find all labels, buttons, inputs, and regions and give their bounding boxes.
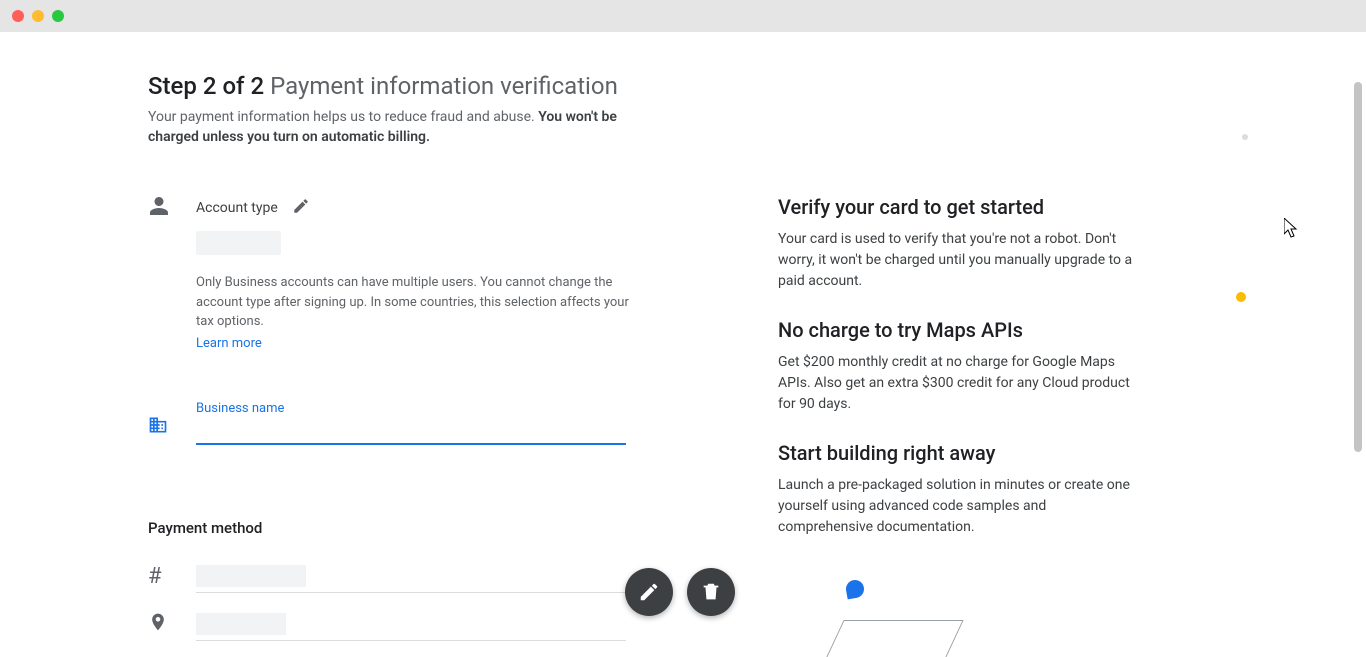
account-type-value xyxy=(196,231,281,255)
cursor-icon xyxy=(1284,218,1300,242)
step-title-text: Payment information verification xyxy=(270,72,618,100)
decorative-dot xyxy=(1236,292,1246,302)
page-body: Step 2 of 2 Payment information verifica… xyxy=(0,32,1366,657)
decorative-shape xyxy=(820,620,963,657)
info-text-3: Launch a pre-packaged solution in minute… xyxy=(778,475,1138,538)
billing-address-value xyxy=(196,613,286,635)
hash-icon: # xyxy=(148,564,162,589)
step-prefix: Step 2 of 2 xyxy=(148,72,264,100)
info-text-2: Get $200 monthly credit at no charge for… xyxy=(778,352,1138,415)
billing-address-field[interactable] xyxy=(196,607,626,641)
account-type-label: Account type xyxy=(196,200,278,216)
subtitle-part-a: Your payment information helps us to red… xyxy=(148,109,538,125)
pencil-icon[interactable] xyxy=(278,197,310,219)
account-type-help: Only Business accounts can have multiple… xyxy=(196,273,636,353)
info-heading-1: Verify your card to get started xyxy=(778,195,1138,219)
decorative-dot xyxy=(1242,134,1248,140)
scrollbar-thumb[interactable] xyxy=(1354,82,1362,452)
info-heading-3: Start building right away xyxy=(778,441,1138,465)
payment-method-heading: Payment method xyxy=(148,519,678,537)
page-subtitle: Your payment information helps us to red… xyxy=(148,108,648,147)
window-maximize-button[interactable] xyxy=(52,10,64,22)
info-text-1: Your card is used to verify that you're … xyxy=(778,229,1138,292)
delete-button[interactable] xyxy=(687,568,735,616)
business-icon xyxy=(148,415,168,439)
business-name-label: Business name xyxy=(196,401,284,416)
page-title: Step 2 of 2 Payment information verifica… xyxy=(148,72,1148,100)
window-titlebar xyxy=(0,0,1366,32)
learn-more-link[interactable]: Learn more xyxy=(196,334,262,354)
card-number-field[interactable] xyxy=(196,559,626,593)
person-icon xyxy=(148,195,170,221)
location-icon xyxy=(148,612,168,636)
window-close-button[interactable] xyxy=(12,10,24,22)
card-number-value xyxy=(196,565,306,587)
edit-button[interactable] xyxy=(625,568,673,616)
info-heading-2: No charge to try Maps APIs xyxy=(778,318,1138,342)
window-minimize-button[interactable] xyxy=(32,10,44,22)
